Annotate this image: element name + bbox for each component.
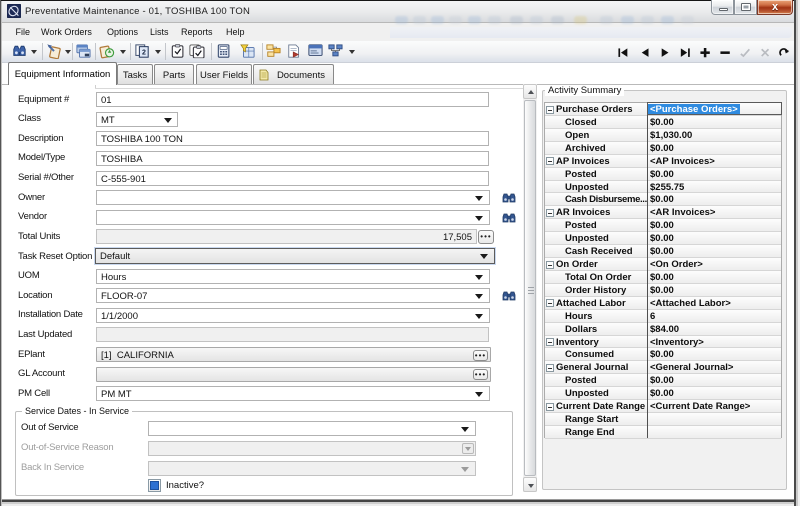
svg-text:2: 2 bbox=[142, 50, 146, 57]
